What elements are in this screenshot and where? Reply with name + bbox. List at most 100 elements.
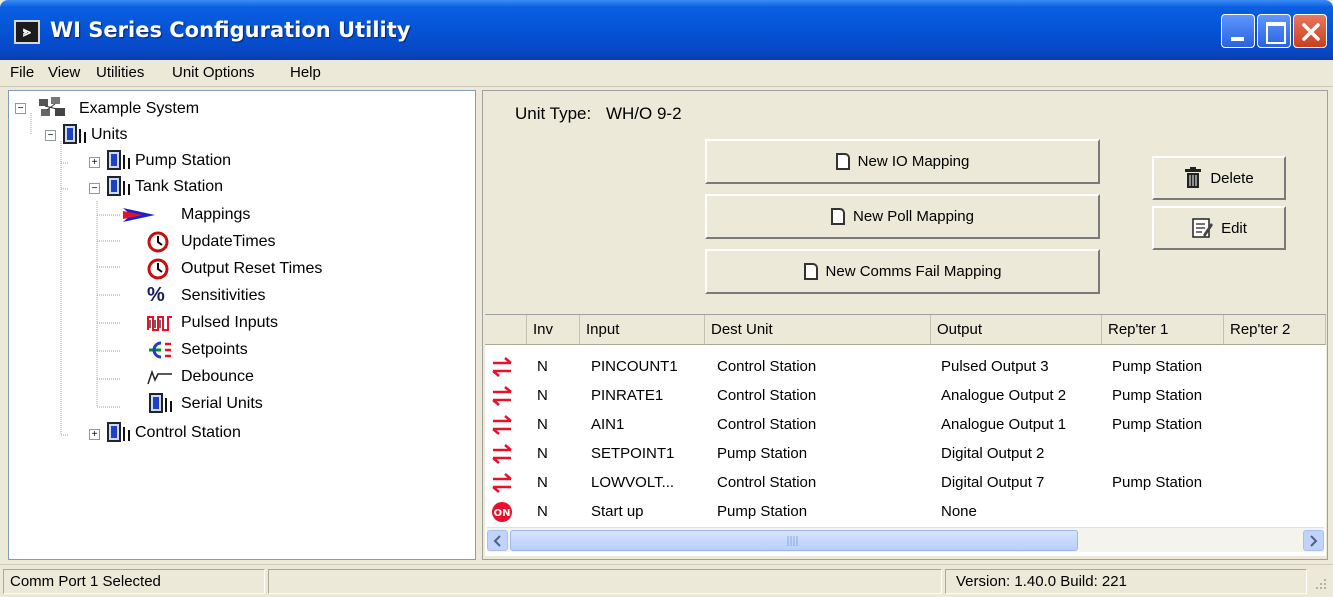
status-bar: Comm Port 1 Selected Version: 1.40.0 Bui… [0, 564, 1333, 597]
column-header-dest-unit[interactable]: Dest Unit [705, 315, 931, 345]
new-io-mapping-button[interactable]: New IO Mapping [705, 139, 1100, 184]
button-label: Delete [1210, 169, 1254, 187]
tree-node-pulsed-inputs[interactable]: Pulsed Inputs [9, 311, 309, 335]
cell-input: PINRATE1 [591, 387, 664, 404]
cell-dest-unit: Control Station [717, 358, 817, 375]
new-poll-mapping-button[interactable]: New Poll Mapping [705, 194, 1100, 239]
cell-output: Analogue Output 2 [941, 387, 1067, 404]
cell-dest-unit: Control Station [717, 387, 817, 404]
menu-bar: File View Utilities Unit Options Help [0, 60, 1333, 87]
maximize-button[interactable] [1257, 14, 1291, 48]
unit-rack-icon [107, 422, 130, 442]
collapse-toggle[interactable]: − [15, 103, 26, 114]
tree-node-tank-station[interactable]: − Tank Station [9, 175, 309, 199]
cell-dest-unit: Pump Station [717, 445, 808, 462]
minimize-button[interactable] [1221, 14, 1255, 48]
scroll-thumb[interactable] [510, 530, 1078, 551]
cell-output: Analogue Output 1 [941, 416, 1067, 433]
app-icon[interactable]: ⪢ [14, 20, 40, 44]
cell-output: Pulsed Output 3 [941, 358, 1049, 375]
delete-button[interactable]: Delete [1152, 156, 1286, 200]
tree-node-sensitivities[interactable]: % Sensitivities [9, 284, 309, 308]
button-label: New Poll Mapping [853, 208, 974, 225]
status-blank-pane [268, 569, 942, 594]
cell-input: Start up [591, 503, 644, 520]
status-comm-port: Comm Port 1 Selected [3, 569, 265, 594]
tree-node-pump-station[interactable]: + Pump Station [9, 149, 309, 173]
close-icon [1302, 23, 1320, 41]
cell-repeater-1: Pump Station [1112, 416, 1203, 433]
unit-rack-icon [107, 176, 130, 196]
horizontal-scrollbar[interactable] [487, 527, 1324, 552]
scroll-left-button[interactable] [487, 530, 508, 551]
tree-label: Setpoints [181, 341, 248, 358]
new-comms-fail-mapping-button[interactable]: New Comms Fail Mapping [705, 249, 1100, 294]
column-header-output[interactable]: Output [931, 315, 1102, 345]
table-row[interactable]: N LOWVOLT... Control Station Digital Output… [485, 469, 1326, 498]
table-row[interactable]: N AIN1 Control Station Analogue Output 1 Pum… [485, 411, 1326, 440]
tree-node-debounce[interactable]: Debounce [9, 365, 309, 389]
cell-inv: N [537, 387, 548, 404]
table-row[interactable]: N PINRATE1 Control Station Analogue Output … [485, 382, 1326, 411]
new-document-icon [831, 208, 846, 225]
title-bar[interactable]: ⪢ WI Series Configuration Utility [0, 0, 1333, 60]
tree-node-control-station[interactable]: + Control Station [9, 421, 309, 445]
close-button[interactable] [1293, 14, 1327, 48]
edit-document-icon [1192, 218, 1214, 238]
button-label: New IO Mapping [857, 153, 970, 170]
cell-output: Digital Output 7 [941, 474, 1045, 491]
table-row[interactable]: ON N Start up Pump Station None [485, 498, 1326, 527]
tree-label: Control Station [135, 424, 241, 441]
column-header-repeater-1[interactable]: Rep'ter 1 [1102, 315, 1224, 345]
column-header-repeater-2[interactable]: Rep'ter 2 [1224, 315, 1326, 345]
cell-inv: N [537, 358, 548, 375]
expand-toggle[interactable]: + [89, 429, 100, 440]
unit-type-label: Unit Type: [515, 104, 592, 123]
menu-file[interactable]: File [10, 64, 34, 81]
tree-label: Mappings [181, 206, 251, 223]
button-label: New Comms Fail Mapping [825, 263, 1002, 280]
menu-help[interactable]: Help [290, 64, 321, 81]
edit-button[interactable]: Edit [1152, 206, 1286, 250]
column-header-icon[interactable] [485, 315, 527, 345]
system-tree[interactable]: − Example System − Units + Pump Station … [8, 90, 476, 560]
tree-node-update-times[interactable]: UpdateTimes [9, 230, 309, 254]
menu-unit-options[interactable]: Unit Options [172, 64, 255, 81]
scroll-right-button[interactable] [1303, 530, 1324, 551]
tree-label: Tank Station [135, 178, 224, 195]
percent-icon: % [147, 284, 165, 306]
unit-type-value: WH/O 9-2 [605, 104, 682, 123]
tree-label: Sensitivities [181, 287, 266, 304]
tree-label: Pump Station [135, 152, 232, 169]
collapse-toggle[interactable]: − [89, 183, 100, 194]
tree-node-root[interactable]: − Example System [9, 97, 309, 121]
column-header-inv[interactable]: Inv [527, 315, 580, 345]
menu-view[interactable]: View [48, 64, 80, 81]
tree-node-mappings[interactable]: Mappings [9, 203, 309, 227]
mappings-table[interactable]: Inv Input Dest Unit Output Rep'ter 1 Rep… [485, 314, 1326, 556]
table-row[interactable]: N PINCOUNT1 Control Station Pulsed Output 3… [485, 353, 1326, 382]
tree-node-units[interactable]: − Units [9, 123, 309, 147]
cell-repeater-1: Pump Station [1112, 387, 1203, 404]
tree-label: Serial Units [181, 395, 263, 412]
collapse-toggle[interactable]: − [45, 130, 56, 141]
unit-rack-icon [149, 393, 172, 413]
cell-output: None [941, 503, 977, 520]
tree-node-setpoints[interactable]: Setpoints [9, 338, 309, 362]
cell-dest-unit: Control Station [717, 416, 817, 433]
column-header-input[interactable]: Input [580, 315, 705, 345]
tree-node-output-reset-times[interactable]: Output Reset Times [9, 257, 322, 281]
app-window: ⪢ WI Series Configuration Utility File V… [0, 0, 1333, 597]
network-system-icon [39, 97, 65, 116]
grip-icon [787, 536, 798, 546]
menu-utilities[interactable]: Utilities [96, 64, 144, 81]
resize-grip-icon[interactable] [1312, 577, 1328, 593]
table-row[interactable]: N SETPOINT1 Pump Station Digital Output 2 [485, 440, 1326, 469]
expand-toggle[interactable]: + [89, 157, 100, 168]
tree-node-serial-units[interactable]: Serial Units [9, 392, 309, 416]
tree-label: UpdateTimes [181, 233, 276, 250]
bidirectional-arrows-icon [491, 472, 513, 494]
tree-label: Example System [79, 100, 200, 117]
window-title: WI Series Configuration Utility [50, 18, 411, 42]
cell-input: AIN1 [591, 416, 625, 433]
